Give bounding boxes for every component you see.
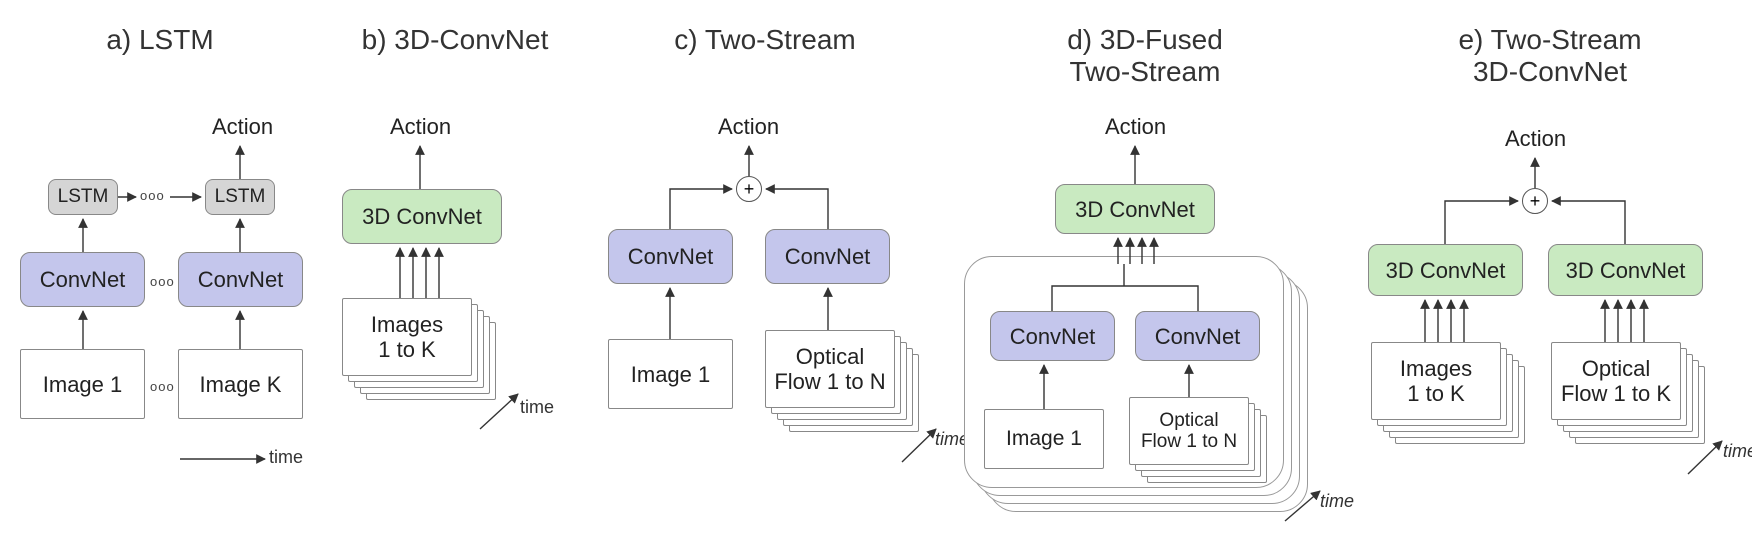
image1-block-d: Image 1 [984, 409, 1104, 469]
convnet-right-d: ConvNet [1135, 311, 1260, 361]
action-label: Action [212, 114, 273, 140]
panel-d-3dfused: d) 3D-Fused Two-Stream Action 3D ConvNet… [940, 0, 1350, 552]
convnet-right-c: ConvNet [765, 229, 890, 284]
time-label-b: time [520, 397, 554, 418]
image1-block-c: Image 1 [608, 339, 733, 409]
conv3d-block-d: 3D ConvNet [1055, 184, 1215, 234]
convnet-left-c: ConvNet [608, 229, 733, 284]
panel-a-title: a) LSTM [0, 24, 320, 56]
image-block-1: Image 1 [20, 349, 145, 419]
ooo-lstm: ooo [140, 188, 165, 203]
time-label-a: time [269, 447, 303, 468]
flow-block-c: Optical Flow 1 to N [765, 330, 895, 408]
panel-a-lstm: a) LSTM Action LSTM LSTM ooo ConvNet Con… [0, 0, 320, 552]
conv3d-left-e: 3D ConvNet [1368, 244, 1523, 296]
panel-c-twostream: c) Two-Stream Action + ConvNet ConvNet I… [590, 0, 940, 552]
panel-e-twostream3d: e) Two-Stream 3D-ConvNet Action + 3D Con… [1350, 0, 1750, 552]
convnet-block-right: ConvNet [178, 252, 303, 307]
merge-plus-e: + [1522, 188, 1548, 214]
panel-d-title: d) 3D-Fused Two-Stream [940, 24, 1350, 88]
merge-plus-c: + [736, 176, 762, 202]
action-label-c: Action [718, 114, 779, 140]
panel-b-title: b) 3D-ConvNet [320, 24, 590, 56]
ooo-img: ooo [150, 379, 175, 394]
lstm-block-right: LSTM [205, 179, 275, 215]
conv3d-right-e: 3D ConvNet [1548, 244, 1703, 296]
lstm-block-left: LSTM [48, 179, 118, 215]
image-block-k: Image K [178, 349, 303, 419]
flow-block-e: Optical Flow 1 to K [1551, 342, 1681, 420]
images-block-b: Images 1 to K [342, 298, 472, 376]
action-label-e: Action [1505, 126, 1566, 152]
arrows-e [1350, 96, 1752, 536]
conv3d-block-b: 3D ConvNet [342, 189, 502, 244]
time-label-e: time [1723, 441, 1752, 462]
architecture-figure: a) LSTM Action LSTM LSTM ooo ConvNet Con… [0, 0, 1752, 552]
convnet-left-d: ConvNet [990, 311, 1115, 361]
arrows-b [320, 64, 590, 524]
time-label-d: time [1320, 491, 1354, 512]
convnet-block-left: ConvNet [20, 252, 145, 307]
action-label-b: Action [390, 114, 451, 140]
images-block-e: Images 1 to K [1371, 342, 1501, 420]
flow-block-d: Optical Flow 1 to N [1129, 397, 1249, 465]
panel-b-3dconvnet: b) 3D-ConvNet Action 3D ConvNet Images 1… [320, 0, 590, 552]
action-label-d: Action [1105, 114, 1166, 140]
ooo-conv: ooo [150, 274, 175, 289]
panel-e-title: e) Two-Stream 3D-ConvNet [1350, 24, 1750, 88]
arrows-c [590, 64, 980, 524]
panel-c-title: c) Two-Stream [590, 24, 940, 56]
